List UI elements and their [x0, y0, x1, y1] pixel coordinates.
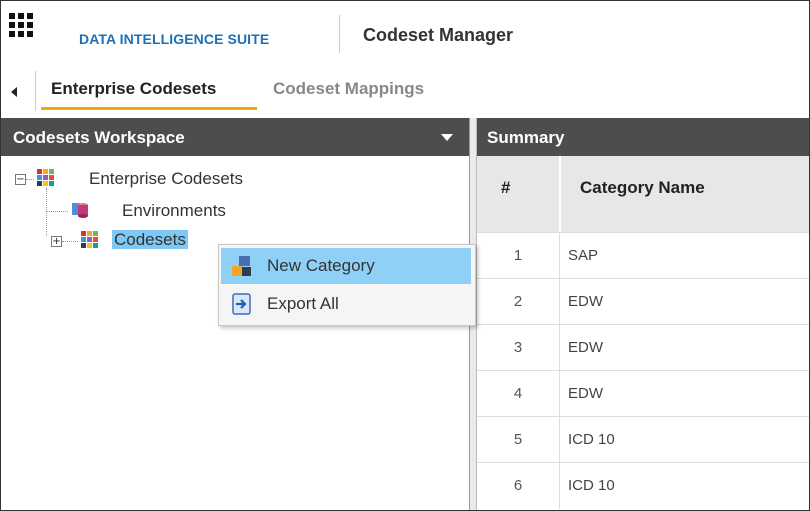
active-tab-indicator	[41, 107, 257, 110]
row-category-name: EDW	[559, 325, 809, 371]
collapse-icon[interactable]: −	[15, 174, 26, 185]
row-number: 1	[513, 247, 523, 264]
header-divider	[339, 15, 340, 53]
summary-title: Summary	[487, 128, 565, 147]
tree-connector	[62, 241, 78, 242]
codesets-icon	[81, 231, 99, 249]
tree-node-environments[interactable]: Environments	[122, 201, 226, 221]
app-window: DATA INTELLIGENCE SUITE Codeset Manager …	[0, 0, 810, 511]
tab-bar: Enterprise Codesets Codeset Mappings	[1, 63, 809, 118]
row-category-name: EDW	[559, 279, 809, 325]
chevron-down-icon[interactable]	[441, 134, 453, 141]
table-row[interactable]: 4 EDW	[477, 370, 809, 417]
column-header-number[interactable]: #	[477, 156, 559, 232]
table-row[interactable]: 2 EDW	[477, 278, 809, 325]
tree-connector	[46, 188, 47, 236]
tree-node-enterprise-codesets[interactable]: Enterprise Codesets	[89, 169, 243, 189]
top-bar: DATA INTELLIGENCE SUITE Codeset Manager	[1, 1, 809, 63]
workspace-tree: − Enterprise Codesets Environments + Cod…	[1, 156, 469, 510]
row-category-name: EDW	[559, 371, 809, 417]
table-row[interactable]: 6 ICD 10	[477, 462, 809, 509]
context-menu: New Category Export All	[218, 244, 476, 326]
expand-icon[interactable]: +	[51, 236, 62, 247]
suite-name: DATA INTELLIGENCE SUITE	[79, 31, 270, 47]
tree-connector	[26, 179, 34, 180]
row-number: 6	[513, 477, 523, 494]
row-number: 3	[513, 339, 523, 356]
tab-divider	[35, 71, 36, 111]
tree-node-codesets[interactable]: Codesets	[112, 230, 188, 250]
menu-item-new-category[interactable]: New Category	[221, 248, 471, 284]
new-category-icon	[232, 256, 251, 276]
row-category-name: SAP	[559, 233, 809, 279]
table-row[interactable]: 5 ICD 10	[477, 416, 809, 463]
row-category-name: ICD 10	[559, 463, 809, 509]
tab-codeset-mappings[interactable]: Codeset Mappings	[273, 79, 424, 99]
table-row[interactable]: 1 SAP	[477, 232, 809, 279]
workspace-title: Codesets Workspace	[13, 128, 185, 147]
row-number: 2	[513, 293, 523, 310]
menu-item-export-all[interactable]: Export All	[221, 286, 471, 322]
tree-connector	[46, 211, 68, 212]
summary-header: Summary	[477, 118, 809, 156]
row-number: 4	[513, 385, 523, 402]
table-row[interactable]: 3 EDW	[477, 324, 809, 371]
tab-enterprise-codesets[interactable]: Enterprise Codesets	[51, 79, 216, 99]
app-launcher-icon[interactable]	[9, 13, 33, 37]
app-title: Codeset Manager	[363, 25, 514, 45]
tab-scroll-left-icon[interactable]	[11, 87, 17, 97]
workspace-header: Codesets Workspace	[1, 118, 469, 156]
column-header-category-name[interactable]: Category Name	[560, 156, 809, 232]
row-category-name: ICD 10	[559, 417, 809, 463]
tree-node-codesets-label: Codesets	[112, 230, 188, 249]
enterprise-codesets-icon	[37, 169, 55, 187]
environments-icon	[72, 203, 88, 218]
export-icon	[232, 293, 251, 315]
row-number: 5	[513, 431, 523, 448]
